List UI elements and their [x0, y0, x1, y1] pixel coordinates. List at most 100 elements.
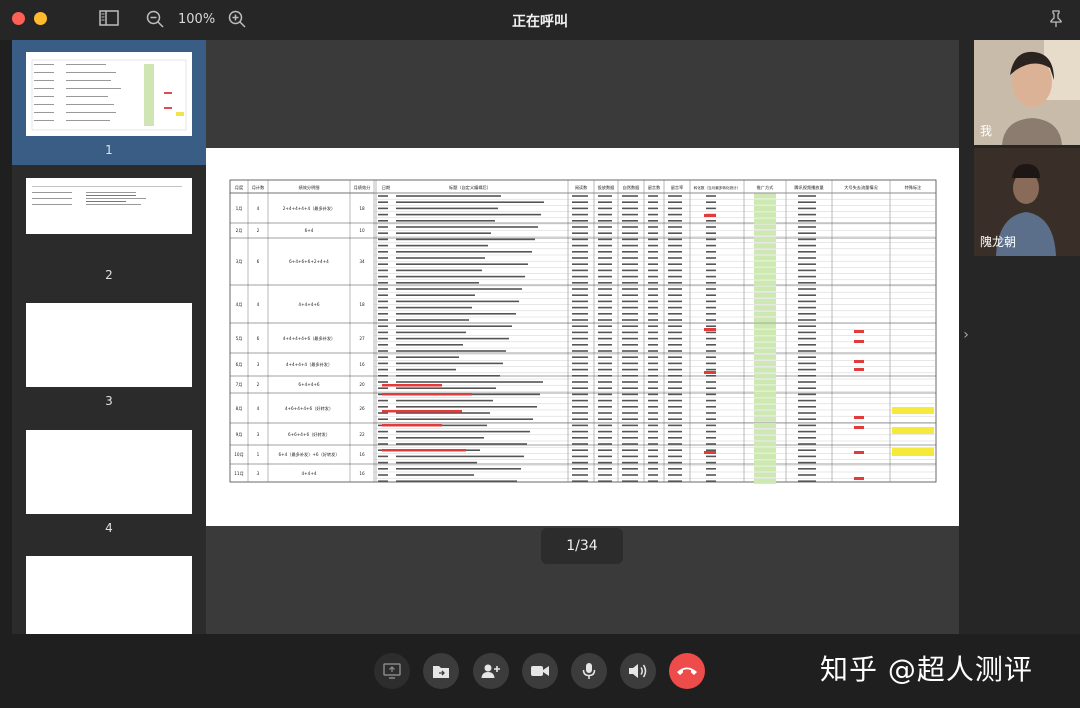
slide-thumbnail-panel[interactable]: 1 2 3 4: [12, 40, 206, 634]
table-cell-text: [648, 474, 658, 476]
header-cell: 绩效分明细: [299, 184, 320, 191]
table-cell-text: [598, 449, 612, 451]
camera-icon: [531, 666, 549, 676]
table-cell-text: [622, 381, 638, 383]
minimize-window-button[interactable]: [34, 12, 47, 25]
promotion-cell-highlight: [754, 323, 776, 329]
chevron-right-icon[interactable]: ›: [959, 327, 973, 343]
table-cell-text: [648, 455, 658, 458]
table-cell-text: [648, 387, 658, 389]
promotion-cell-highlight: [754, 460, 776, 466]
table-cell-text: [706, 288, 716, 290]
promotion-cell-highlight: [754, 299, 776, 304]
table-cell-text: [706, 399, 716, 402]
file-share-button[interactable]: [423, 653, 459, 689]
table-cell-text: [668, 393, 682, 396]
participant-video-self[interactable]: 我: [974, 40, 1080, 145]
table-cell-text: [622, 418, 638, 420]
table-cell-text: [378, 474, 388, 476]
table-cell-text: [668, 474, 682, 476]
table-cell-text: [668, 282, 682, 284]
table-cell-text: [798, 251, 816, 253]
table-cell-text: [706, 362, 716, 365]
score-cell: 18: [359, 206, 365, 211]
current-slide: 月度 月计数 绩效分明细 月绩效分 日期 标题（自定义编辑后） 阅读数 投放数据…: [206, 148, 959, 526]
table-cell-text: [598, 474, 612, 476]
table-cell-text: [598, 288, 612, 290]
header-cell: 转化数（当月最多转化统计）: [694, 185, 741, 190]
score-detail-cell: 4+4+4+4+6（最多补发）: [283, 335, 335, 342]
table-cell-text: [396, 368, 456, 371]
promotion-cell-highlight: [754, 342, 776, 348]
zoom-in-icon[interactable]: [226, 10, 248, 30]
thumbnail-number: 4: [105, 521, 113, 535]
table-cell-text: [798, 356, 816, 358]
pin-icon[interactable]: [1048, 10, 1066, 30]
promotion-cell-highlight: [754, 392, 776, 397]
thumbnail-item-3[interactable]: 3: [12, 295, 206, 420]
header-cell: 月计数: [252, 184, 265, 191]
table-cell-text: [668, 480, 682, 482]
microphone-button[interactable]: [571, 653, 607, 689]
thumbnail-item-1[interactable]: 1: [12, 40, 206, 165]
camera-button[interactable]: [522, 653, 558, 689]
table-cell-text: [598, 375, 612, 377]
table-cell-text: [378, 381, 388, 383]
table-cell-text: [598, 195, 612, 197]
table-cell-text: [572, 313, 588, 315]
score-detail-cell: 6+4+6+6+2+4+4: [289, 259, 329, 264]
table-cell-text: [378, 201, 388, 203]
table-cell-text: [668, 232, 682, 234]
table-cell-text: [668, 412, 682, 414]
table-cell-text: [798, 263, 816, 265]
table-cell-text: [622, 356, 638, 358]
zoom-out-icon[interactable]: [144, 10, 166, 30]
table-cell-text: [648, 430, 658, 433]
share-screen-button[interactable]: [374, 653, 410, 689]
thumbnail-item-2[interactable]: 2: [12, 170, 206, 290]
table-cell-text: [648, 244, 658, 247]
table-cell-text: [572, 232, 588, 234]
table-cell-text: [378, 437, 388, 439]
table-cell-text: [668, 344, 682, 346]
add-member-button[interactable]: [473, 653, 509, 689]
table-cell-text: [378, 213, 388, 216]
table-cell-text: [706, 257, 716, 259]
table-cell-text: [378, 195, 388, 197]
thumbnail-item-4[interactable]: 4: [12, 422, 206, 547]
table-cell-text: [572, 480, 588, 482]
promotion-cell-highlight: [754, 410, 776, 416]
table-cell-text: [798, 195, 816, 197]
table-cell-text: [572, 461, 588, 464]
table-cell-text: [622, 461, 638, 464]
table-cell-text: [396, 282, 479, 284]
table-cell-text: [598, 418, 612, 420]
table-cell-text: [798, 313, 816, 315]
table-cell-text: [378, 244, 388, 247]
table-cell-text: [668, 275, 682, 278]
table-cell-text: [798, 406, 816, 408]
table-cell-text: [622, 474, 638, 476]
thumbnail-item-5[interactable]: [12, 548, 206, 634]
hangup-button[interactable]: [669, 653, 705, 689]
sidebar-toggle-icon[interactable]: [98, 10, 120, 30]
table-cell-text: [572, 387, 588, 389]
table-cell-text: [378, 430, 388, 433]
table-cell-text: [798, 350, 816, 352]
score-cell: 10: [359, 228, 365, 233]
table-cell-text: [598, 238, 612, 241]
table-cell-text: [706, 418, 716, 420]
table-cell-text: [798, 455, 816, 458]
table-cell-text: [668, 331, 682, 334]
speaker-button[interactable]: [620, 653, 656, 689]
participant-video-remote[interactable]: 隗龙朝: [974, 148, 1080, 256]
table-cell-text: [706, 393, 716, 396]
table-cell-text: [572, 449, 588, 451]
table-cell-text: [598, 325, 612, 327]
table-cell-text: [798, 468, 816, 470]
table-cell-text: [706, 195, 716, 197]
close-window-button[interactable]: [12, 12, 25, 25]
table-cell-text: [648, 319, 658, 321]
score-detail-cell: 2+4+4+4+4（最多补发）: [283, 205, 335, 212]
table-cell-text: [396, 288, 522, 290]
